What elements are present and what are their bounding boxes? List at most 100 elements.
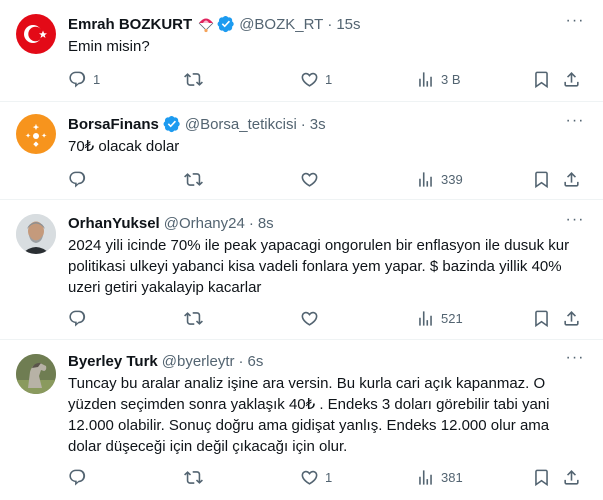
author-name[interactable]: BorsaFinans (68, 116, 159, 133)
views-button[interactable]: 339 (416, 167, 463, 191)
retweet-button[interactable] (184, 67, 203, 91)
tweet-text: 2024 yili icinde 70% ile peak yapacagi o… (68, 237, 570, 296)
more-options-icon[interactable]: ··· (565, 212, 585, 233)
tweet-text: 70₺ olacak dolar (68, 138, 180, 155)
heart-icon (301, 72, 318, 87)
like-button[interactable] (300, 167, 319, 191)
user-photo-avatar[interactable] (16, 214, 56, 254)
bookmark-button[interactable] (532, 306, 551, 330)
like-button[interactable] (300, 306, 319, 330)
bookmark-button[interactable] (532, 465, 551, 489)
tweet-3[interactable]: OrhanYuksel @Orhany24 · 8s ··· 2024 yili… (0, 200, 603, 340)
separator-dot: · (248, 214, 254, 232)
separator-dot: · (238, 352, 244, 370)
bookmark-icon (535, 171, 548, 188)
turkish-flag-avatar[interactable] (16, 14, 56, 54)
more-options-icon[interactable]: ··· (565, 13, 585, 34)
views-icon (419, 71, 432, 87)
bookmark-icon (535, 71, 548, 88)
tweet-1[interactable]: Emrah BOZKURT @BOZK_RT · 15s ··· Emin mi… (0, 0, 603, 102)
tweet-header: OrhanYuksel @Orhany24 · 8s (68, 213, 274, 233)
separator-dot: · (327, 15, 333, 33)
share-button[interactable] (562, 465, 581, 489)
bookmark-button[interactable] (532, 167, 551, 191)
reply-button[interactable]: 1 (68, 67, 100, 91)
retweet-button[interactable] (184, 306, 203, 330)
reply-icon (69, 469, 86, 485)
share-icon (564, 469, 579, 485)
timestamp[interactable]: 15s (336, 16, 360, 33)
author-handle[interactable]: @Borsa_tetikcisi (185, 116, 297, 133)
action-bar: 1 381 (60, 465, 590, 489)
svg-text:✦: ✦ (25, 132, 31, 140)
views-icon (419, 310, 432, 326)
svg-text:✦: ✦ (33, 123, 40, 132)
svg-text:◆: ◆ (33, 141, 39, 148)
share-icon (564, 310, 579, 326)
author-handle[interactable]: @BOZK_RT (239, 16, 323, 33)
like-button[interactable]: 1 (300, 67, 332, 91)
retweet-icon (184, 72, 203, 86)
heart-icon (301, 470, 318, 485)
reply-count: 1 (93, 71, 101, 87)
more-options-icon[interactable]: ··· (565, 350, 585, 371)
bookmark-button[interactable] (532, 67, 551, 91)
author-handle[interactable]: @Orhany24 (164, 215, 245, 232)
share-icon (564, 171, 579, 187)
reply-icon (69, 71, 86, 87)
views-button[interactable]: 381 (416, 465, 463, 489)
reply-button[interactable] (68, 465, 87, 489)
views-button[interactable]: 3 B (416, 67, 461, 91)
orange-logo-avatar[interactable]: ✦ ✦ ✦ ◆ (16, 114, 56, 154)
bookmark-icon (535, 469, 548, 486)
tweet-text: Emin misin? (68, 38, 150, 55)
parachute-icon (197, 15, 215, 33)
like-button[interactable]: 1 (300, 465, 332, 489)
share-button[interactable] (562, 306, 581, 330)
retweet-button[interactable] (184, 465, 203, 489)
views-count: 381 (441, 469, 463, 485)
tweet-header: Emrah BOZKURT @BOZK_RT · 15s (68, 14, 361, 34)
views-count: 521 (441, 310, 463, 326)
views-count: 339 (441, 171, 463, 187)
share-button[interactable] (562, 67, 581, 91)
retweet-icon (184, 311, 203, 325)
tweet-2[interactable]: ✦ ✦ ✦ ◆ BorsaFinans @Borsa_tetikcisi · 3… (0, 102, 603, 200)
author-name[interactable]: Emrah BOZKURT (68, 16, 192, 33)
tweet-header: BorsaFinans @Borsa_tetikcisi · 3s (68, 114, 326, 134)
more-options-icon[interactable]: ··· (565, 113, 585, 134)
heart-icon (301, 311, 318, 326)
reply-icon (69, 171, 86, 187)
share-icon (564, 71, 579, 87)
verified-icon (217, 15, 235, 33)
like-count: 1 (325, 469, 333, 485)
author-handle[interactable]: @byerleytr (162, 353, 235, 370)
like-count: 1 (325, 71, 333, 87)
tweet-4[interactable]: Byerley Turk @byerleytr · 6s ··· Tuncay … (0, 340, 603, 500)
reply-icon (69, 310, 86, 326)
reply-button[interactable] (68, 306, 87, 330)
retweet-icon (184, 172, 203, 186)
action-bar: 1 1 3 B (60, 67, 590, 91)
retweet-button[interactable] (184, 167, 203, 191)
share-button[interactable] (562, 167, 581, 191)
tweet-text: Tuncay bu aralar analiz işine ara versin… (68, 375, 550, 455)
bookmark-icon (535, 310, 548, 327)
separator-dot: · (300, 115, 306, 133)
verified-icon (163, 115, 181, 133)
views-count: 3 B (441, 71, 461, 87)
heart-icon (301, 172, 318, 187)
action-bar: 339 (60, 167, 590, 191)
timestamp[interactable]: 6s (248, 353, 264, 370)
timestamp[interactable]: 3s (310, 116, 326, 133)
views-icon (419, 171, 432, 187)
tweet-header: Byerley Turk @byerleytr · 6s (68, 351, 263, 371)
reply-button[interactable] (68, 167, 87, 191)
retweet-icon (184, 470, 203, 484)
timestamp[interactable]: 8s (258, 215, 274, 232)
views-button[interactable]: 521 (416, 306, 463, 330)
svg-text:✦: ✦ (41, 132, 47, 140)
author-name[interactable]: OrhanYuksel (68, 215, 160, 232)
horse-photo-avatar[interactable] (16, 354, 56, 394)
author-name[interactable]: Byerley Turk (68, 353, 158, 370)
